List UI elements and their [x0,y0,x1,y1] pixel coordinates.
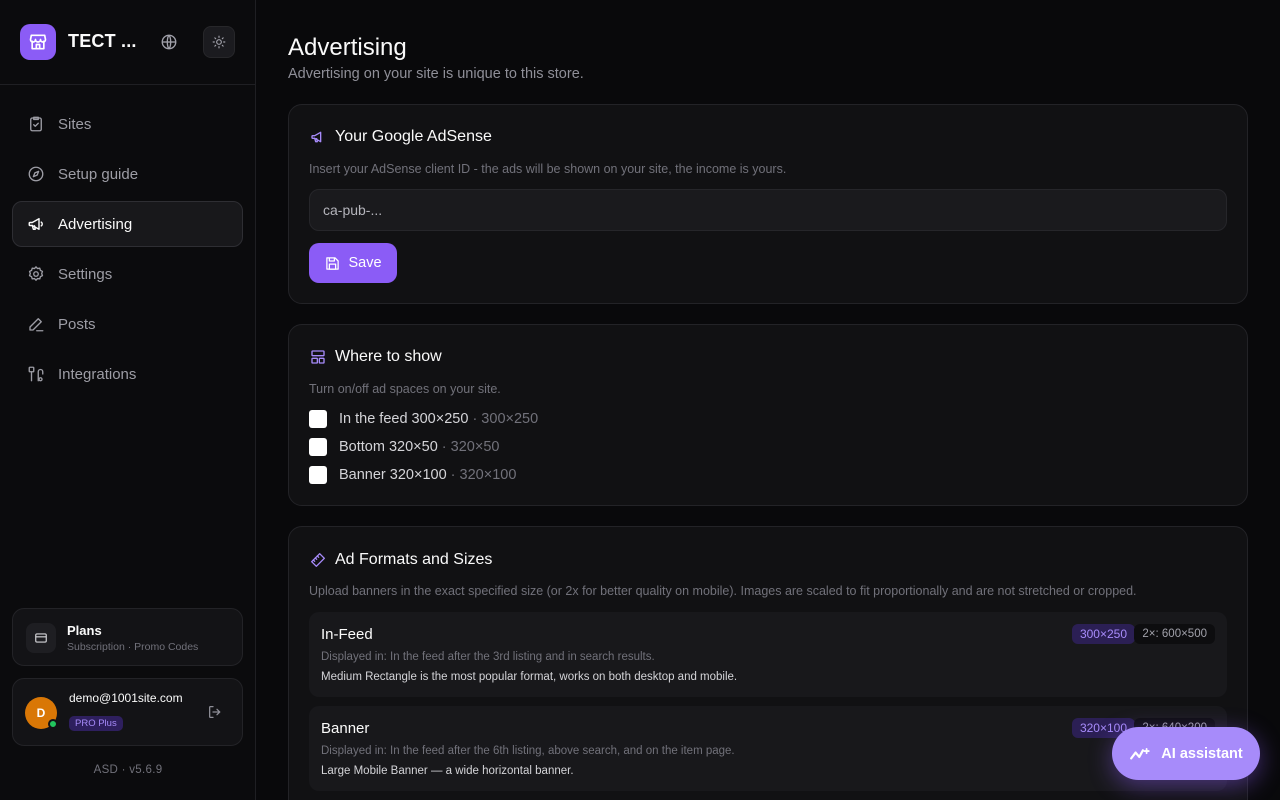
logout-button[interactable] [206,703,224,721]
megaphone-icon [309,128,327,146]
save-button[interactable]: Save [309,243,397,283]
sidebar-item-advertising[interactable]: Advertising [12,201,243,247]
store-logo-icon[interactable] [20,24,56,60]
where-title-text: Where to show [335,348,442,365]
option-size: · 320×50 [441,439,500,455]
globe-icon [161,34,177,50]
pencil-icon [27,315,45,333]
plans-subtitle: Subscription · Promo Codes [67,641,199,653]
plans-title: Plans [67,623,102,638]
megaphone-icon [27,215,45,233]
plan-badge: PRO Plus [69,716,123,731]
sidebar-header: TECT ... [0,0,255,85]
integrations-icon [27,365,45,383]
checkbox-banner[interactable] [309,466,327,484]
option-label: Banner 320×100 [339,467,447,483]
adsense-card-title: Your Google AdSense [309,128,492,146]
user-card: D demo@1001site.com PRO Plus [12,678,243,746]
option-size: · 300×250 [472,411,539,427]
compass-icon [27,165,45,183]
clipboard-check-icon [27,115,45,133]
format-item-in-feed: In-Feed 300×250 2×: 600×500 Displayed in… [309,612,1227,697]
plans-card[interactable]: Plans Subscription · Promo Codes [12,608,243,666]
theme-toggle-button[interactable] [203,26,235,58]
where-description: Turn on/off ad spaces on your site. [309,382,501,396]
language-button[interactable] [153,26,185,58]
ai-assistant-label: AI assistant [1161,745,1243,762]
user-email: demo@1001site.com [69,691,183,705]
sidebar-item-posts[interactable]: Posts [12,301,243,347]
size-badge: 300×250 [1071,624,1135,644]
sidebar-item-label: Posts [58,315,96,333]
formats-card-title: Ad Formats and Sizes [309,551,492,569]
store-name[interactable]: TECT ... [68,31,137,52]
sidebar-item-label: Sites [58,115,92,133]
sidebar-item-sites[interactable]: Sites [12,101,243,147]
adsense-client-id-input[interactable] [309,189,1227,231]
option-label: Bottom 320×50 [339,439,438,455]
adsense-title-text: Your Google AdSense [335,128,492,145]
save-button-label: Save [348,255,382,271]
layout-icon [309,348,327,366]
gear-icon [27,265,45,283]
format-description: Large Mobile Banner — a wide horizontal … [321,765,574,777]
online-status-dot [48,719,58,729]
app-version: ASD · v5.6.9 [93,764,163,776]
credit-card-icon [26,623,56,653]
sun-icon [212,35,226,49]
size-2x-badge: 2×: 600×500 [1134,624,1215,644]
format-placement: Displayed in: In the feed after the 6th … [321,745,735,757]
formats-title-text: Ad Formats and Sizes [335,551,493,568]
option-label: In the feed 300×250 [339,411,469,427]
placement-option-feed: In the feed 300×250 · 300×250 [309,410,538,428]
where-to-show-card: Where to show Turn on/off ad spaces on y… [288,324,1248,506]
sidebar-item-setup-guide[interactable]: Setup guide [12,151,243,197]
formats-description: Upload banners in the exact specified si… [309,584,1137,598]
sparkle-chart-icon [1129,746,1151,762]
logout-icon [209,706,221,718]
placement-option-banner: Banner 320×100 · 320×100 [309,466,516,484]
sidebar-item-settings[interactable]: Settings [12,251,243,297]
format-item-banner: Banner 320×100 2×: 640×200 Displayed in:… [309,706,1227,791]
format-name: In-Feed [321,626,373,643]
adsense-card: Your Google AdSense Insert your AdSense … [288,104,1248,304]
page-subtitle: Advertising on your site is unique to th… [288,66,584,82]
sidebar-nav: Sites Setup guide Advertising Settings P… [12,101,243,401]
sidebar: TECT ... Sites Setup guide Advertising S… [0,0,256,800]
format-name: Banner [321,720,370,737]
floppy-disk-icon [324,255,340,271]
format-placement: Displayed in: In the feed after the 3rd … [321,651,655,663]
sidebar-item-label: Advertising [58,215,133,233]
ruler-icon [309,551,327,569]
format-description: Medium Rectangle is the most popular for… [321,671,738,683]
sidebar-item-label: Setup guide [58,165,139,183]
page-title: Advertising [288,34,407,61]
adsense-description: Insert your AdSense client ID - the ads … [309,162,787,176]
sidebar-item-integrations[interactable]: Integrations [12,351,243,397]
where-card-title: Where to show [309,348,442,366]
sidebar-item-label: Integrations [58,365,137,383]
option-size: · 320×100 [450,467,517,483]
checkbox-feed[interactable] [309,410,327,428]
ad-formats-card: Ad Formats and Sizes Upload banners in t… [288,526,1248,800]
sidebar-item-label: Settings [58,265,113,283]
ai-assistant-button[interactable]: AI assistant [1112,727,1260,780]
checkbox-bottom[interactable] [309,438,327,456]
placement-option-bottom: Bottom 320×50 · 320×50 [309,438,499,456]
